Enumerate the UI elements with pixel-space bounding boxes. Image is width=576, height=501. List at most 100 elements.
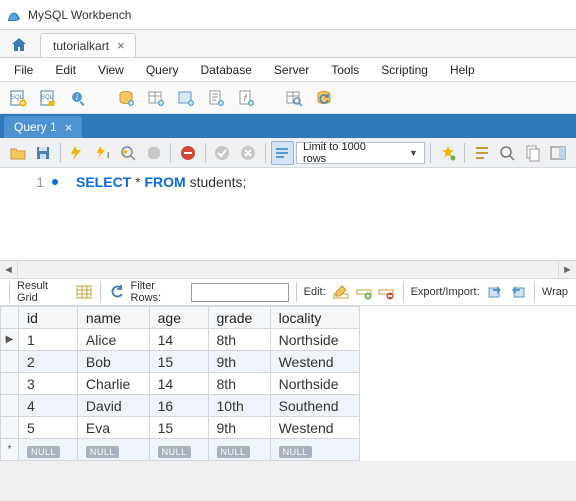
row-header[interactable] bbox=[1, 395, 19, 417]
cell[interactable]: 4 bbox=[19, 395, 78, 417]
toggle-panel-button[interactable] bbox=[547, 141, 570, 165]
cell[interactable]: 15 bbox=[149, 417, 208, 439]
cell[interactable]: Northside bbox=[270, 373, 359, 395]
cell[interactable]: 14 bbox=[149, 373, 208, 395]
query-tab[interactable]: Query 1 × bbox=[4, 116, 82, 138]
cell-null[interactable]: NULL bbox=[77, 439, 149, 461]
toggle-autocommit-button[interactable] bbox=[176, 141, 199, 165]
cell[interactable]: Alice bbox=[77, 329, 149, 351]
close-icon[interactable]: × bbox=[65, 120, 73, 135]
close-icon[interactable]: × bbox=[117, 39, 125, 52]
grid-view-icon[interactable] bbox=[74, 282, 93, 302]
cell[interactable]: Bob bbox=[77, 351, 149, 373]
menu-help[interactable]: Help bbox=[440, 60, 485, 80]
procedure-create-button[interactable] bbox=[204, 86, 228, 110]
search-button[interactable] bbox=[496, 141, 519, 165]
cell[interactable]: 8th bbox=[208, 329, 270, 351]
cell[interactable]: 9th bbox=[208, 417, 270, 439]
column-header[interactable]: age bbox=[149, 307, 208, 329]
cell[interactable]: 2 bbox=[19, 351, 78, 373]
cell[interactable]: Southend bbox=[270, 395, 359, 417]
cell[interactable]: 9th bbox=[208, 351, 270, 373]
cell-null[interactable]: NULL bbox=[208, 439, 270, 461]
cell-null[interactable]: NULL bbox=[19, 439, 78, 461]
cell[interactable]: Northside bbox=[270, 329, 359, 351]
explain-button[interactable] bbox=[117, 141, 140, 165]
search-table-data-button[interactable] bbox=[282, 86, 306, 110]
cell[interactable]: 15 bbox=[149, 351, 208, 373]
scroll-right-icon[interactable]: ► bbox=[558, 261, 576, 279]
commit-button[interactable] bbox=[211, 141, 234, 165]
column-header[interactable]: locality bbox=[270, 307, 359, 329]
cell[interactable]: 14 bbox=[149, 329, 208, 351]
table-row[interactable]: 4David1610thSouthend bbox=[1, 395, 360, 417]
table-create-button[interactable] bbox=[144, 86, 168, 110]
menu-server[interactable]: Server bbox=[264, 60, 319, 80]
snippets-button[interactable] bbox=[521, 141, 544, 165]
sql-editor[interactable]: 1 SELECT * FROM students; bbox=[0, 168, 576, 260]
column-header[interactable]: id bbox=[19, 307, 78, 329]
row-header[interactable] bbox=[1, 351, 19, 373]
menu-file[interactable]: File bbox=[4, 60, 43, 80]
cell[interactable]: 10th bbox=[208, 395, 270, 417]
column-header[interactable]: name bbox=[77, 307, 149, 329]
table-row[interactable]: 2Bob159thWestend bbox=[1, 351, 360, 373]
execute-button[interactable] bbox=[66, 141, 89, 165]
menu-query[interactable]: Query bbox=[136, 60, 189, 80]
scroll-left-icon[interactable]: ◄ bbox=[0, 261, 18, 279]
cell[interactable]: 5 bbox=[19, 417, 78, 439]
cell[interactable]: Westend bbox=[270, 351, 359, 373]
beautify-button[interactable] bbox=[436, 141, 459, 165]
cell-null[interactable]: NULL bbox=[149, 439, 208, 461]
row-header[interactable] bbox=[1, 417, 19, 439]
connection-tab[interactable]: tutorialkart × bbox=[40, 33, 136, 57]
schema-create-button[interactable] bbox=[114, 86, 138, 110]
save-button[interactable] bbox=[31, 141, 54, 165]
view-create-button[interactable] bbox=[174, 86, 198, 110]
open-sql-file-button[interactable]: SQL bbox=[36, 86, 60, 110]
function-create-button[interactable]: f bbox=[234, 86, 258, 110]
export-icon[interactable] bbox=[486, 282, 505, 302]
cell[interactable]: 8th bbox=[208, 373, 270, 395]
table-row[interactable]: ▶1Alice148thNorthside bbox=[1, 329, 360, 351]
cell[interactable]: 1 bbox=[19, 329, 78, 351]
home-button[interactable] bbox=[6, 33, 32, 57]
inspector-button[interactable]: i bbox=[66, 86, 90, 110]
rollback-button[interactable] bbox=[236, 141, 259, 165]
find-button[interactable] bbox=[470, 141, 493, 165]
cell[interactable]: 16 bbox=[149, 395, 208, 417]
cell-null[interactable]: NULL bbox=[270, 439, 359, 461]
result-grid[interactable]: id name age grade locality ▶1Alice148thN… bbox=[0, 306, 576, 461]
horizontal-scrollbar[interactable]: ◄ ► bbox=[0, 260, 576, 278]
row-header[interactable]: * bbox=[1, 439, 19, 461]
code-area[interactable]: SELECT * FROM students; bbox=[52, 172, 246, 260]
column-header[interactable]: grade bbox=[208, 307, 270, 329]
menu-view[interactable]: View bbox=[88, 60, 134, 80]
cell[interactable]: 3 bbox=[19, 373, 78, 395]
new-sql-tab-button[interactable]: SQL bbox=[6, 86, 30, 110]
menu-scripting[interactable]: Scripting bbox=[371, 60, 438, 80]
cell[interactable]: Westend bbox=[270, 417, 359, 439]
menu-edit[interactable]: Edit bbox=[45, 60, 86, 80]
import-icon[interactable] bbox=[508, 282, 527, 302]
row-limit-dropdown[interactable]: Limit to 1000 rows ▼ bbox=[296, 142, 425, 164]
filter-rows-input[interactable] bbox=[191, 283, 289, 302]
table-row-null[interactable]: *NULLNULLNULLNULLNULL bbox=[1, 439, 360, 461]
reconnect-button[interactable] bbox=[312, 86, 336, 110]
cell[interactable]: David bbox=[77, 395, 149, 417]
delete-row-icon[interactable] bbox=[377, 282, 396, 302]
refresh-icon[interactable] bbox=[108, 282, 127, 302]
edit-row-icon[interactable] bbox=[332, 282, 351, 302]
menu-tools[interactable]: Tools bbox=[321, 60, 369, 80]
toggle-whitespace-button[interactable] bbox=[271, 141, 294, 165]
row-header[interactable] bbox=[1, 373, 19, 395]
menu-database[interactable]: Database bbox=[191, 60, 262, 80]
add-row-icon[interactable] bbox=[354, 282, 373, 302]
execute-current-button[interactable]: I bbox=[91, 141, 114, 165]
cell[interactable]: Eva bbox=[77, 417, 149, 439]
row-header[interactable]: ▶ bbox=[1, 329, 19, 351]
cell[interactable]: Charlie bbox=[77, 373, 149, 395]
table-row[interactable]: 5Eva159thWestend bbox=[1, 417, 360, 439]
open-file-button[interactable] bbox=[6, 141, 29, 165]
stop-button[interactable] bbox=[142, 141, 165, 165]
